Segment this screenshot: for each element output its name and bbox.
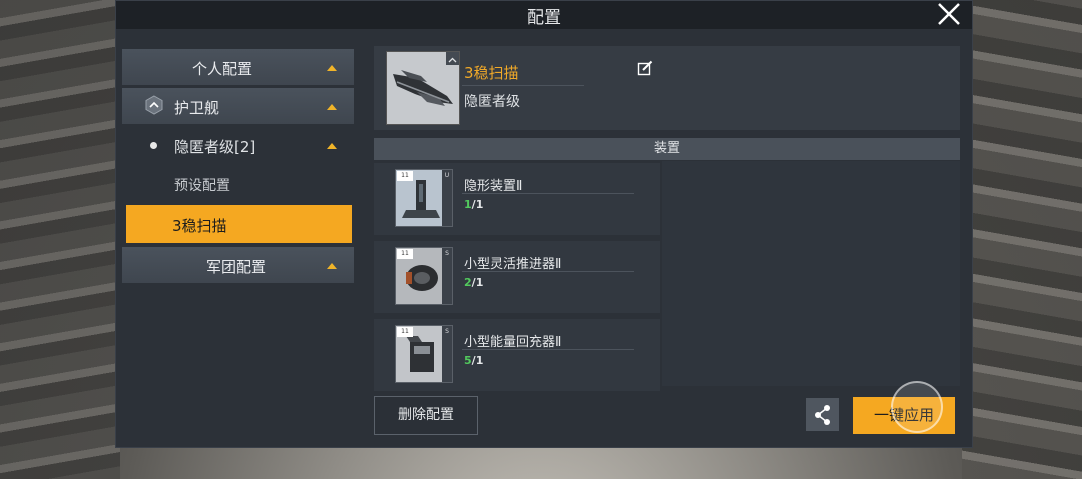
share-button[interactable] [806,398,839,431]
background-left-structure [0,0,120,479]
caret-up-icon [327,104,337,110]
module-thumbnail: 11 S [395,247,453,305]
background-right-structure [962,0,1082,479]
equipment-quantity: 1/1 [464,198,484,211]
equipment-name: 小型灵活推进器Ⅱ [464,257,562,272]
divider [462,193,634,194]
module-thumbnail: 11 U [395,169,453,227]
nav-stealth-class[interactable]: 隐匿者级[2] [122,127,354,163]
equipment-detail-panel [662,161,960,386]
ship-class: 隐匿者级 [464,94,520,110]
caret-up-icon [327,143,337,149]
close-button[interactable] [934,0,964,29]
equipment-name: 小型能量回充器Ⅱ [464,335,562,350]
nav-personal-label: 个人配置 [192,60,253,78]
collapse-toggle[interactable] [446,52,459,65]
meta-tag: 11 [397,249,413,259]
caret-up-icon [327,65,337,71]
equipment-quantity: 2/1 [464,276,484,289]
dialog-header: 配置 [116,1,972,29]
share-icon [815,405,830,425]
divider [462,349,634,350]
nav-frigate[interactable]: 护卫舰 [122,88,354,124]
equipment-item[interactable]: 11 S 小型能量回充器Ⅱ 5/1 [374,319,660,391]
edit-icon[interactable] [637,60,653,76]
nav-preset-label: 预设配置 [174,178,230,194]
caret-up-icon [327,263,337,269]
dialog-title: 配置 [527,8,561,28]
ship-thumbnail[interactable] [386,51,460,125]
equipment-section-header: 装置 [374,138,960,160]
fitting-dialog: 配置 个人配置 护卫舰 隐匿者级[2] 预设配置 3稳扫描 军团配置 3稳扫描 … [115,0,973,448]
meta-tag: 11 [397,171,413,181]
hex-chevron-icon [145,95,163,115]
equipment-quantity: 5/1 [464,354,484,367]
meta-tag: 11 [397,327,413,337]
ship-fit-name: 3稳扫描 [464,64,519,82]
fitting-nav: 个人配置 护卫舰 隐匿者级[2] 预设配置 3稳扫描 军团配置 [122,49,354,286]
nav-frigate-label: 护卫舰 [174,99,220,117]
divider [462,85,584,86]
equipment-item[interactable]: 11 U 隐形装置Ⅱ 1/1 [374,163,660,235]
delete-fit-button[interactable]: 删除配置 [374,396,478,435]
ship-card: 3稳扫描 隐匿者级 [374,46,960,130]
nav-corp-label: 军团配置 [206,258,267,276]
slot-indicator: U [442,170,452,226]
nav-active-fit[interactable]: 3稳扫描 [126,205,352,243]
module-thumbnail: 11 S [395,325,453,383]
chevron-up-icon [448,57,457,63]
nav-corp-fits[interactable]: 军团配置 [122,247,354,283]
slot-indicator: S [442,326,452,382]
close-icon [938,3,960,25]
slot-indicator: S [442,248,452,304]
nav-active-fit-label: 3稳扫描 [172,217,227,235]
equipment-item[interactable]: 11 S 小型灵活推进器Ⅱ 2/1 [374,241,660,313]
touch-indicator [891,381,943,433]
bullet-icon [150,142,157,149]
equipment-name: 隐形装置Ⅱ [464,179,523,194]
nav-preset-fits[interactable]: 预设配置 [122,166,354,200]
nav-personal-fits[interactable]: 个人配置 [122,49,354,85]
nav-stealth-class-label: 隐匿者级[2] [174,138,256,156]
divider [462,271,634,272]
